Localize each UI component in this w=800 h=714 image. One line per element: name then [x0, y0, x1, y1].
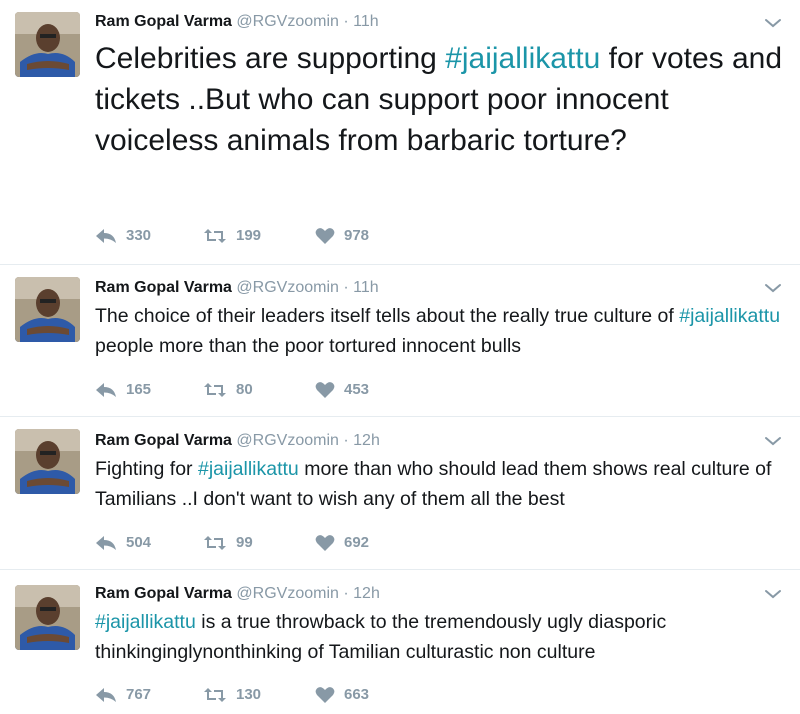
avatar-photo	[15, 12, 80, 77]
heart-icon	[315, 535, 335, 551]
retweet-button[interactable]: 99	[203, 533, 253, 553]
hashtag-link[interactable]: #jaijallikattu	[445, 42, 600, 75]
heart-icon	[315, 382, 335, 398]
reply-count: 767	[126, 686, 152, 703]
separator-dot: ·	[343, 279, 349, 296]
retweet-icon	[204, 383, 226, 397]
avatar[interactable]	[15, 585, 80, 650]
reply-icon	[96, 229, 116, 243]
author-name[interactable]: Ram Gopal Varma	[95, 279, 232, 296]
chevron-down-icon[interactable]	[764, 435, 782, 447]
author-handle[interactable]: @RGVzoomin	[236, 432, 339, 449]
avatar[interactable]	[15, 429, 80, 494]
avatar-photo	[15, 585, 80, 650]
tweet-card[interactable]: Ram Gopal Varma @RGVzoomin · 12h Fightin…	[0, 417, 800, 570]
reply-icon	[96, 688, 116, 702]
like-count: 453	[344, 381, 370, 398]
retweet-count: 80	[236, 381, 253, 398]
retweet-button[interactable]: 130	[203, 685, 261, 705]
tweet-text-part: The choice of their leaders itself tells…	[95, 305, 680, 327]
separator-dot: ·	[343, 13, 349, 30]
author-name[interactable]: Ram Gopal Varma	[95, 432, 232, 449]
tweet-time[interactable]: 11h	[353, 13, 379, 30]
tweet-card[interactable]: Ram Gopal Varma @RGVzoomin · 11h Celebri…	[0, 0, 800, 265]
reply-button[interactable]: 165	[95, 380, 151, 400]
tweet-text-part: people more than the poor tortured innoc…	[95, 334, 522, 357]
tweet-text: The choice of their leaders itself tells…	[95, 302, 785, 361]
tweet-text: #jaijallikattu is a true throwback to th…	[95, 608, 785, 667]
retweet-icon	[204, 229, 226, 243]
reply-button[interactable]: 504	[95, 533, 151, 553]
retweet-icon	[204, 536, 226, 550]
reply-icon	[96, 383, 116, 397]
tweet-header: Ram Gopal Varma @RGVzoomin · 12h	[95, 431, 380, 451]
author-handle[interactable]: @RGVzoomin	[236, 279, 339, 296]
tweet-header: Ram Gopal Varma @RGVzoomin · 11h	[95, 12, 379, 32]
like-count: 692	[344, 534, 370, 551]
tweet-header: Ram Gopal Varma @RGVzoomin · 11h	[95, 278, 379, 298]
heart-icon	[315, 687, 335, 703]
retweet-button[interactable]: 80	[203, 380, 253, 400]
tweet-card[interactable]: Ram Gopal Varma @RGVzoomin · 11h The cho…	[0, 265, 800, 417]
tweet-text: Celebrities are supporting #jaijallikatt…	[95, 38, 785, 161]
like-count: 663	[344, 686, 370, 703]
chevron-down-icon[interactable]	[764, 588, 782, 600]
tweet-text: Fighting for #jaijallikattu more than wh…	[95, 455, 785, 514]
retweet-count: 99	[236, 534, 253, 551]
reply-count: 165	[126, 381, 152, 398]
author-handle[interactable]: @RGVzoomin	[236, 585, 339, 602]
like-button[interactable]: 663	[315, 685, 369, 705]
hashtag-link[interactable]: #jaijallikattu	[198, 458, 299, 480]
avatar[interactable]	[15, 277, 80, 342]
like-button[interactable]: 692	[315, 533, 369, 553]
retweet-count: 130	[236, 686, 262, 703]
heart-icon	[315, 228, 335, 244]
avatar[interactable]	[15, 12, 80, 77]
reply-icon	[96, 536, 116, 550]
reply-button[interactable]: 767	[95, 685, 151, 705]
author-name[interactable]: Ram Gopal Varma	[95, 585, 232, 602]
tweet-text-part: Celebrities are supporting	[95, 42, 446, 75]
hashtag-link[interactable]: #jaijallikattu	[679, 305, 780, 327]
like-button[interactable]: 453	[315, 380, 369, 400]
tweet-time[interactable]: 12h	[353, 432, 380, 449]
author-handle[interactable]: @RGVzoomin	[236, 13, 339, 30]
like-count: 978	[344, 227, 370, 244]
tweet-header: Ram Gopal Varma @RGVzoomin · 12h	[95, 584, 380, 604]
chevron-down-icon[interactable]	[764, 282, 782, 294]
retweet-count: 199	[236, 227, 262, 244]
separator-dot: ·	[343, 585, 349, 602]
hashtag-link[interactable]: #jaijallikattu	[95, 611, 196, 633]
retweet-icon	[204, 688, 226, 702]
reply-count: 330	[126, 227, 152, 244]
tweet-card[interactable]: Ram Gopal Varma @RGVzoomin · 12h #jaijal…	[0, 570, 800, 714]
like-button[interactable]: 978	[315, 226, 369, 246]
tweet-text-part: Fighting for	[95, 458, 198, 480]
chevron-down-icon[interactable]	[764, 17, 782, 29]
tweet-time[interactable]: 11h	[353, 279, 379, 296]
avatar-photo	[15, 429, 80, 494]
tweet-time[interactable]: 12h	[353, 585, 380, 602]
author-name[interactable]: Ram Gopal Varma	[95, 13, 232, 30]
avatar-photo	[15, 277, 80, 342]
reply-button[interactable]: 330	[95, 226, 151, 246]
separator-dot: ·	[343, 432, 349, 449]
retweet-button[interactable]: 199	[203, 226, 261, 246]
reply-count: 504	[126, 534, 152, 551]
